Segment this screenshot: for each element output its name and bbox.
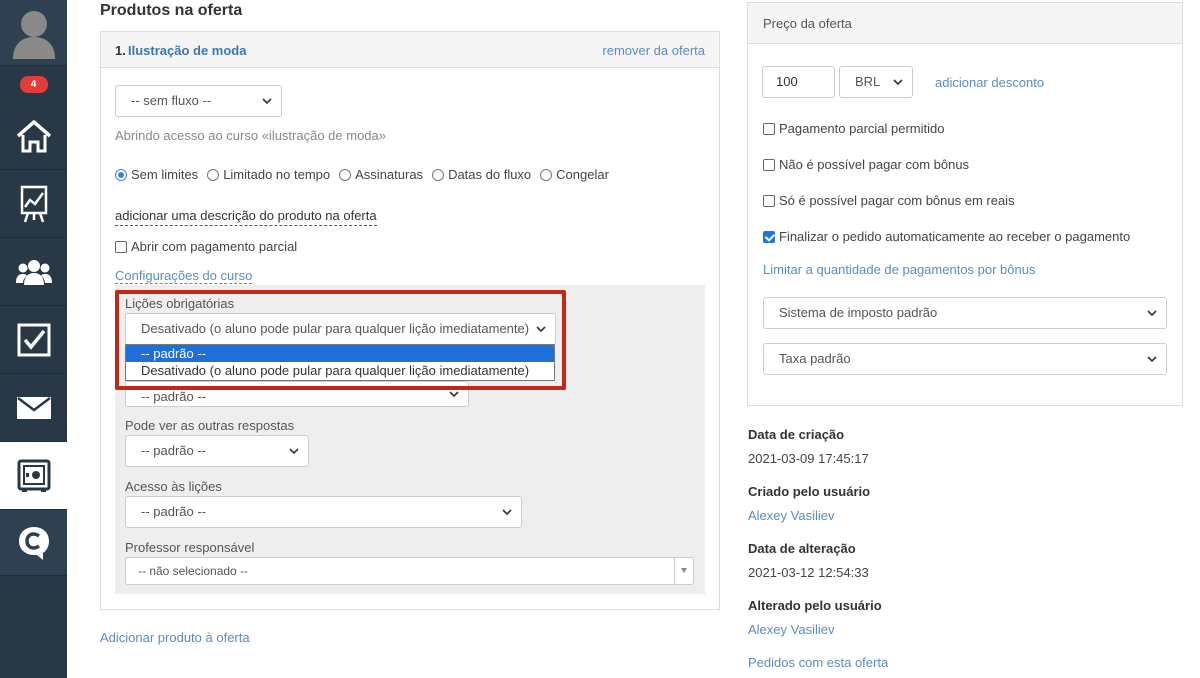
radio-label: Limitado no tempo bbox=[223, 167, 331, 182]
products-safe-icon bbox=[17, 459, 50, 492]
radio-label: Datas do fluxo bbox=[448, 167, 532, 182]
price-input[interactable]: 100 bbox=[762, 66, 835, 98]
chevron-down-icon bbox=[262, 98, 272, 105]
access-description: Abrindo acesso ao curso «ilustração de m… bbox=[115, 128, 386, 143]
created-by-label: Criado pelo usuário bbox=[748, 484, 871, 499]
auto-finalize-checkbox[interactable]: Finalizar o pedido automaticamente ao re… bbox=[763, 229, 1130, 244]
access-type-radios: Sem limites Limitado no tempo Assinatura… bbox=[115, 167, 618, 182]
radio-time-limited[interactable]: Limitado no tempo bbox=[207, 167, 330, 182]
chevron-down-icon bbox=[893, 79, 903, 86]
see-answers-label: Pode ver as outras respostas bbox=[125, 418, 295, 433]
mail-icon bbox=[16, 396, 51, 419]
orders-with-offer-link[interactable]: Pedidos com esta oferta bbox=[748, 655, 888, 670]
partially-hidden-value: -- padrão -- bbox=[141, 389, 207, 404]
product-panel-header: 1. Ilustração de moda remover da oferta bbox=[101, 32, 719, 68]
lessons-access-value: -- padrão -- bbox=[141, 504, 207, 519]
sidebar-item-home[interactable] bbox=[0, 102, 67, 170]
partial-payment-allowed-checkbox[interactable]: Pagamento parcial permitido bbox=[763, 121, 944, 136]
add-discount-link[interactable]: adicionar desconto bbox=[935, 75, 1044, 90]
tax-system-value: Sistema de imposto padrão bbox=[779, 305, 938, 320]
changed-by-user-link[interactable]: Alexey Vasiliev bbox=[748, 622, 834, 637]
stats-chart-icon bbox=[20, 185, 47, 222]
sidebar-item-products[interactable] bbox=[0, 442, 67, 510]
product-number: 1. bbox=[115, 43, 126, 58]
partial-payment-checkbox[interactable]: Abrir com pagamento parcial bbox=[115, 239, 297, 254]
checkbox[interactable] bbox=[115, 240, 127, 253]
checkbox-label: Não é possível pagar com bônus bbox=[779, 157, 970, 172]
sidebar-item-mail[interactable] bbox=[0, 374, 67, 442]
radio-button[interactable] bbox=[115, 168, 127, 181]
radio-button[interactable] bbox=[339, 168, 352, 181]
changed-by-label: Alterado pelo usuário bbox=[748, 598, 882, 613]
product-name-link[interactable]: Ilustração de moda bbox=[128, 43, 246, 58]
radio-subscriptions[interactable]: Assinaturas bbox=[339, 167, 423, 182]
sidebar-item-stats[interactable] bbox=[0, 170, 67, 238]
see-answers-select[interactable]: -- padrão -- bbox=[125, 435, 309, 467]
chevron-down-icon bbox=[1147, 310, 1157, 317]
user-avatar-icon bbox=[12, 10, 55, 59]
users-icon bbox=[15, 259, 52, 285]
add-description-link[interactable]: adicionar uma descrição do produto na of… bbox=[115, 208, 377, 226]
chevron-down-icon bbox=[1147, 356, 1157, 363]
currency-value: BRL bbox=[855, 74, 881, 89]
radio-label: Assinaturas bbox=[355, 167, 424, 182]
currency-select[interactable]: BRL bbox=[839, 66, 913, 98]
checkbox-label: Abrir com pagamento parcial bbox=[131, 239, 298, 254]
radio-freeze[interactable]: Congelar bbox=[540, 167, 609, 182]
lessons-access-select[interactable]: -- padrão -- bbox=[125, 496, 522, 528]
highlight-frame bbox=[115, 290, 566, 390]
radio-label: Sem limites bbox=[131, 167, 199, 182]
user-avatar[interactable] bbox=[0, 0, 67, 66]
tax-rate-value: Taxa padrão bbox=[779, 351, 851, 366]
teacher-label: Professor responsável bbox=[125, 540, 255, 555]
tasks-check-icon bbox=[17, 323, 50, 356]
radio-label: Congelar bbox=[556, 167, 609, 182]
select-divider bbox=[674, 558, 675, 584]
see-answers-value: -- padrão -- bbox=[141, 443, 207, 458]
changed-date-value: 2021-03-12 12:54:33 bbox=[748, 565, 869, 580]
add-product-link[interactable]: Adicionar produto à oferta bbox=[100, 630, 250, 645]
tax-rate-select[interactable]: Taxa padrão bbox=[763, 343, 1167, 375]
flow-select-value: -- sem fluxo -- bbox=[131, 93, 212, 108]
course-settings-link[interactable]: Configurações do curso bbox=[115, 268, 253, 284]
sidebar-item-chat[interactable] bbox=[0, 510, 67, 576]
chat-icon bbox=[18, 526, 49, 560]
radio-button[interactable] bbox=[540, 168, 553, 181]
notifications[interactable]: 4 bbox=[0, 66, 67, 102]
no-bonus-payment-checkbox[interactable]: Não é possível pagar com bônus bbox=[763, 157, 969, 172]
checkbox[interactable] bbox=[763, 194, 775, 207]
created-date-label: Data de criação bbox=[748, 427, 845, 442]
bonus-reais-only-checkbox[interactable]: Só é possível pagar com bônus em reais bbox=[763, 193, 1015, 208]
chevron-down-icon bbox=[502, 509, 512, 516]
limit-bonus-payments-link[interactable]: Limitar a quantidade de pagamentos por b… bbox=[763, 262, 1035, 277]
radio-button[interactable] bbox=[432, 168, 445, 181]
triangle-down-icon bbox=[681, 568, 687, 573]
sidebar-item-tasks[interactable] bbox=[0, 306, 67, 374]
checkbox-label: Pagamento parcial permitido bbox=[779, 121, 945, 136]
price-panel-title: Preço da oferta bbox=[748, 3, 1182, 44]
checkbox-checked[interactable] bbox=[763, 230, 775, 243]
chevron-down-icon bbox=[289, 448, 299, 455]
flow-select[interactable]: -- sem fluxo -- bbox=[115, 85, 282, 117]
radio-flow-dates[interactable]: Datas do fluxo bbox=[432, 167, 531, 182]
checkbox-label: Finalizar o pedido automaticamente ao re… bbox=[779, 229, 1131, 244]
products-section-title: Produtos na oferta bbox=[100, 2, 243, 19]
tax-system-select[interactable]: Sistema de imposto padrão bbox=[763, 297, 1167, 329]
created-by-user-link[interactable]: Alexey Vasiliev bbox=[748, 508, 834, 523]
home-icon bbox=[16, 119, 51, 152]
checkbox[interactable] bbox=[763, 158, 775, 171]
checkbox-label: Só é possível pagar com bônus em reais bbox=[779, 193, 1015, 208]
lessons-access-label: Acesso às lições bbox=[125, 479, 222, 494]
sidebar: 4 bbox=[0, 0, 67, 678]
teacher-value: -- não selecionado -- bbox=[138, 564, 249, 578]
radio-button[interactable] bbox=[207, 168, 220, 181]
teacher-select[interactable]: -- não selecionado -- bbox=[125, 557, 694, 585]
remove-from-offer-link[interactable]: remover da oferta bbox=[602, 43, 705, 58]
checkbox[interactable] bbox=[763, 122, 775, 135]
sidebar-item-users[interactable] bbox=[0, 238, 67, 306]
created-date-value: 2021-03-09 17:45:17 bbox=[748, 451, 869, 466]
changed-date-label: Data de alteração bbox=[748, 541, 856, 556]
radio-no-limits[interactable]: Sem limites bbox=[115, 167, 198, 182]
notification-badge: 4 bbox=[19, 75, 48, 93]
